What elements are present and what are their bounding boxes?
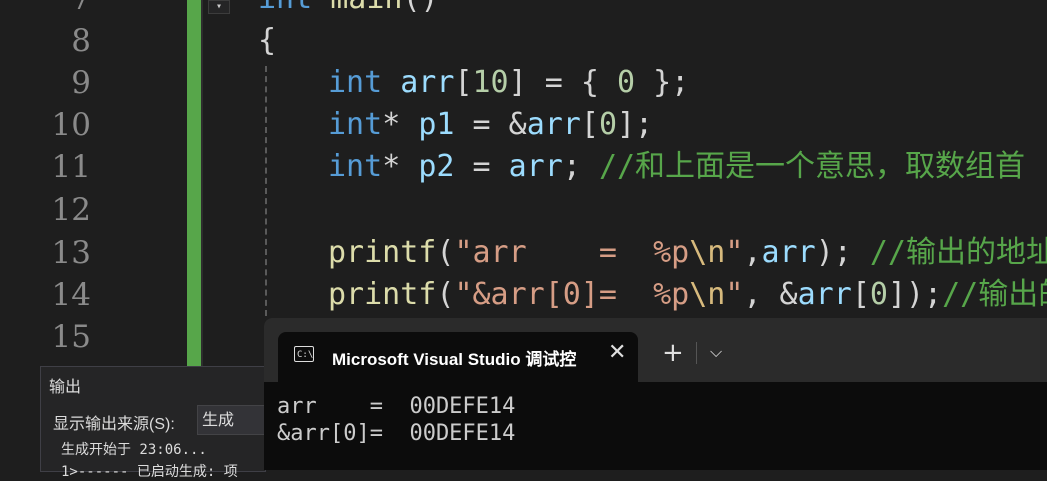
terminal-window: C:\ Microsoft Visual Studio 调试控 ✕ + ⌵ ar…: [264, 318, 1047, 470]
punctuation: [: [454, 65, 473, 100]
punctuation: [: [580, 107, 599, 142]
terminal-output-line: &arr[0]= 00DEFE14: [277, 421, 516, 446]
line-number: 12: [51, 192, 91, 228]
line-number: 11: [51, 149, 91, 185]
string-literal: ": [725, 277, 744, 312]
keyword: int: [328, 65, 383, 100]
function-name: main: [330, 0, 402, 16]
punctuation: ,: [743, 235, 762, 270]
chevron-down-icon[interactable]: ⌵: [710, 342, 722, 362]
new-tab-icon[interactable]: +: [662, 338, 684, 368]
keyword: int: [258, 0, 312, 16]
number: 10: [472, 65, 509, 100]
output-panel: 输出 显示输出来源(S): 生成 生成开始于 23:06... 1>------…: [40, 366, 266, 480]
string-literal: "&arr[0]= %p: [454, 277, 690, 312]
output-source-select[interactable]: 生成: [197, 405, 265, 435]
console-icon: C:\: [294, 346, 314, 362]
output-source-label: 显示输出来源(S):: [53, 416, 175, 433]
punctuation: =: [454, 149, 509, 184]
punctuation: , &: [743, 277, 798, 312]
close-icon[interactable]: ✕: [608, 340, 626, 365]
fold-toggle-icon[interactable]: ▾: [208, 0, 230, 14]
punctuation: (): [403, 0, 439, 16]
output-panel-title: 输出: [49, 379, 82, 396]
line-number: 14: [51, 277, 91, 313]
comment: //输出的: [942, 277, 1047, 312]
punctuation: (: [436, 277, 455, 312]
function-name: printf: [328, 277, 437, 312]
code-line-13: printf("arr = %p\n",arr); //输出的地址: [328, 232, 1047, 274]
comment: //输出的地址: [869, 235, 1047, 270]
code-line-11: int* p2 = arr; //和上面是一个意思，取数组首: [328, 146, 1025, 188]
line-number: 7: [31, 0, 91, 20]
variable: arr: [526, 107, 581, 142]
line-number: 8: [71, 23, 91, 59]
punctuation: ]);: [887, 277, 943, 312]
punctuation: };: [635, 65, 690, 100]
variable: arr: [508, 149, 563, 184]
code-line-14: printf("&arr[0]= %p\n", &arr[0]);//输出的: [328, 274, 1047, 316]
variable: p2: [418, 149, 455, 184]
string-literal: "arr = %p: [454, 235, 690, 270]
line-number: 9: [71, 65, 91, 101]
punctuation: [: [851, 277, 870, 312]
terminal-output-line: arr = 00DEFE14: [277, 394, 516, 419]
punctuation: ] = {: [508, 65, 617, 100]
punctuation: = &: [454, 107, 527, 142]
output-line: 1>------ 已启动生成: 项: [61, 464, 238, 480]
keyword: int: [328, 149, 383, 184]
comment: //和上面是一个意思，取数组首: [598, 149, 1026, 184]
variable: arr: [797, 277, 852, 312]
terminal-tab-title: Microsoft Visual Studio 调试控: [332, 350, 577, 369]
code-line-10: int* p1 = &arr[0];: [328, 104, 653, 146]
terminal-tab[interactable]: C:\ Microsoft Visual Studio 调试控 ✕: [278, 332, 638, 382]
punctuation: ];: [617, 107, 654, 142]
variable: arr: [382, 65, 455, 100]
indent-guide: [265, 66, 267, 316]
punctuation: *: [382, 107, 419, 142]
terminal-tab-bar: C:\ Microsoft Visual Studio 调试控 ✕ + ⌵: [264, 318, 1047, 382]
line-number: 10: [51, 107, 91, 143]
keyword: int: [328, 107, 383, 142]
punctuation: );: [815, 235, 870, 270]
punctuation: ;: [562, 149, 599, 184]
tab-divider: [696, 342, 697, 364]
number: 0: [869, 277, 888, 312]
code-line-7: int main(): [258, 0, 439, 20]
escape-sequence: \n: [689, 277, 726, 312]
code-line-9: int arr[10] = { 0 };: [328, 62, 689, 104]
punctuation: (: [436, 235, 455, 270]
function-name: printf: [328, 235, 437, 270]
string-literal: ": [725, 235, 744, 270]
number: 0: [617, 65, 636, 100]
line-number: 13: [51, 235, 91, 271]
number: 0: [598, 107, 617, 142]
variable: p1: [418, 107, 455, 142]
line-number: 15: [51, 319, 91, 355]
punctuation: *: [382, 149, 419, 184]
variable: arr: [761, 235, 816, 270]
output-line: 生成开始于 23:06...: [61, 442, 207, 458]
code-line-8: {: [258, 23, 277, 58]
escape-sequence: \n: [689, 235, 726, 270]
